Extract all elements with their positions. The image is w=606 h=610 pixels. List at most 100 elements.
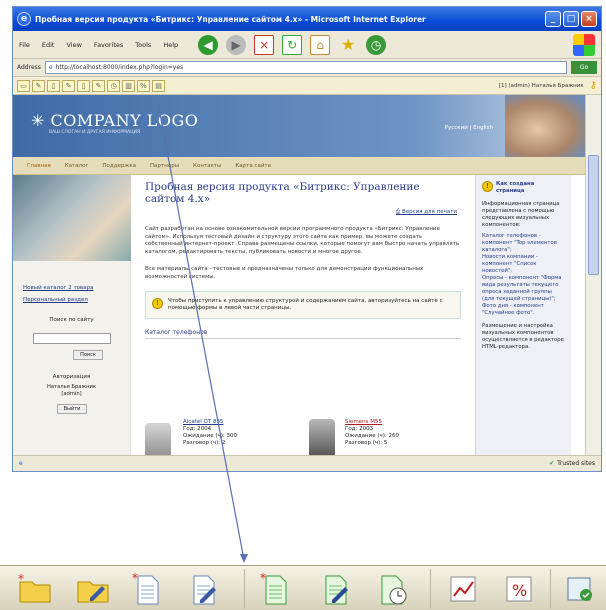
product-name[interactable]: Alcatel OT 835 xyxy=(183,419,237,426)
product-alcatel: Alcatel OT 835 Год: 2004 Ожидание (ч): 3… xyxy=(183,419,237,447)
header-eye-image xyxy=(505,95,585,157)
back-icon[interactable]: ◀ xyxy=(198,34,219,55)
address-input[interactable]: e http://localhost:8000/index.php?login=… xyxy=(44,61,567,74)
percent-icon[interactable]: % xyxy=(502,572,536,606)
go-button[interactable]: Go xyxy=(571,61,597,74)
admin-edit-page-icon[interactable]: ✎ xyxy=(62,79,75,92)
admin-panel: ▭ ✎ ▯ ✎ ▯ ✎ ◷ ▥ % ▤ [1] (admin) Наталья … xyxy=(13,77,601,95)
address-url: http://localhost:8000/index.php?login=ye… xyxy=(55,64,184,71)
ie-icon: e xyxy=(17,12,31,26)
admin-folder-icon[interactable]: ▭ xyxy=(17,79,30,92)
page-icon: e xyxy=(48,64,53,71)
maximize-button[interactable]: □ xyxy=(563,11,579,27)
auth-title: Авторизация xyxy=(52,374,91,380)
web-page: ✳ COMPANY LOGO ВАШ СЛОГАН И ДРУГАЯ ИНФОР… xyxy=(13,95,585,455)
language-switch[interactable]: Русский | English xyxy=(445,125,493,131)
key-icon[interactable]: ⚷ xyxy=(590,80,597,91)
auth-user-name: Наталья Бражник xyxy=(46,384,97,390)
scrollbar-thumb[interactable] xyxy=(588,155,599,275)
admin-new-page-icon[interactable]: ▯ xyxy=(47,79,60,92)
admin-history-icon[interactable]: ◷ xyxy=(107,79,120,92)
history-icon[interactable]: ◷ xyxy=(366,34,387,55)
page-title: Пробная версия продукта «Битрикс: Управл… xyxy=(145,181,420,205)
sidebar-intro: Информационная страница представлена с п… xyxy=(482,201,560,228)
product-standby: Ожидание (ч): 260 xyxy=(345,433,399,439)
product-talk: Разговор (ч): 2 xyxy=(183,440,226,446)
menu-favorites[interactable]: Favorites xyxy=(94,41,123,49)
admin-html-icon[interactable]: ✎ xyxy=(92,79,105,92)
phone-image-alcatel[interactable] xyxy=(145,423,171,455)
menu-help[interactable]: Help xyxy=(163,41,178,49)
forward-icon[interactable]: ▶ xyxy=(226,34,247,55)
new-page-icon[interactable]: * xyxy=(130,572,164,606)
nav-partners[interactable]: Партнеры xyxy=(150,163,179,169)
admin-percent-icon[interactable]: % xyxy=(137,79,150,92)
svg-text:*: * xyxy=(260,572,266,585)
title-bar: e Пробная версия продукта «Битрикс: Упра… xyxy=(13,7,601,31)
left-link-personal[interactable]: Персональный раздел xyxy=(13,291,130,303)
site-search-input[interactable] xyxy=(32,333,111,344)
svg-text:%: % xyxy=(512,581,527,600)
nav-sitemap[interactable]: Карта сайта xyxy=(235,163,271,169)
menu-edit[interactable]: Edit xyxy=(42,41,55,49)
new-page-template-icon[interactable]: * xyxy=(258,572,292,606)
windows-flag-icon xyxy=(573,33,595,56)
admin-page-icon[interactable]: ▯ xyxy=(77,79,90,92)
sidebar-item[interactable]: Опросы - компонент "Форма вида результат… xyxy=(482,275,565,303)
nav-home[interactable]: Главная xyxy=(27,163,51,169)
svg-text:*: * xyxy=(132,572,138,585)
chart-icon[interactable] xyxy=(446,572,480,606)
site-header: ✳ COMPANY LOGO ВАШ СЛОГАН И ДРУГАЯ ИНФОР… xyxy=(13,95,585,157)
admin-edit-folder-icon[interactable]: ✎ xyxy=(32,79,45,92)
minimize-button[interactable]: _ xyxy=(545,11,561,27)
info-icon: ! xyxy=(152,298,163,309)
menu-file[interactable]: File xyxy=(19,41,30,49)
nav-catalog[interactable]: Каталог xyxy=(65,163,89,169)
menu-tools[interactable]: Tools xyxy=(135,41,151,49)
site-nav: Главная Каталог Поддержка Партнеры Конта… xyxy=(13,157,585,175)
info-icon: ! xyxy=(482,181,493,192)
edit-page-html-icon[interactable] xyxy=(318,572,352,606)
toolbar-separator xyxy=(244,569,245,609)
favorites-star-icon[interactable]: ★ xyxy=(338,35,358,55)
auth-user-login: [admin] xyxy=(61,391,82,397)
product-talk: Разговор (ч): 5 xyxy=(345,440,388,446)
nav-support[interactable]: Поддержка xyxy=(102,163,136,169)
window-title: Пробная версия продукта «Битрикс: Управл… xyxy=(35,14,426,24)
close-button[interactable]: × xyxy=(581,11,597,27)
sidebar-item[interactable]: Новости компании - компонент "Список нов… xyxy=(482,254,565,275)
admin-stat-icon[interactable]: ▥ xyxy=(122,79,135,92)
home-icon[interactable]: ⌂ xyxy=(310,34,331,55)
logout-button[interactable]: Выйти xyxy=(57,404,87,414)
nav-contacts[interactable]: Контакты xyxy=(193,163,221,169)
product-year: Год: 2003 xyxy=(345,426,374,432)
right-sidebar: ! Как создана страница Информационная стр… xyxy=(475,175,571,455)
menu-view[interactable]: View xyxy=(66,41,81,49)
sidebar-item[interactable]: Фото дня - компонент "Случайное фото". xyxy=(482,303,565,317)
address-label: Address xyxy=(17,64,41,71)
page-history-icon[interactable] xyxy=(376,572,410,606)
admin-user[interactable]: [1] (admin) Наталья Бражник xyxy=(499,83,584,89)
main-content: Пробная версия продукта «Битрикс: Управл… xyxy=(137,175,469,455)
control-panel-icon[interactable] xyxy=(562,572,596,606)
search-button[interactable]: Поиск xyxy=(73,350,103,360)
folder-properties-icon[interactable] xyxy=(76,572,110,606)
edit-page-icon[interactable] xyxy=(186,572,220,606)
new-folder-icon[interactable]: * xyxy=(18,572,52,606)
phone-image-siemens[interactable] xyxy=(309,419,335,455)
product-name[interactable]: Siemens M55 xyxy=(345,419,399,426)
sidebar-title: Как создана страница xyxy=(496,181,535,194)
product-standby: Ожидание (ч): 300 xyxy=(183,433,237,439)
admin-settings-icon[interactable]: ▤ xyxy=(152,79,165,92)
left-link-catalog[interactable]: Новый каталог 2 товара xyxy=(13,279,130,291)
logo-text: COMPANY LOGO xyxy=(50,111,199,130)
stop-icon[interactable]: × xyxy=(254,34,275,55)
sidebar-item[interactable]: Каталог телефонов - компонент "Top элеме… xyxy=(482,233,565,254)
print-version-link[interactable]: ⎙ Версия для печати xyxy=(149,209,457,216)
catalog-title[interactable]: Каталог телефонов xyxy=(145,329,461,339)
status-page-icon: e xyxy=(19,460,23,467)
vertical-scrollbar[interactable] xyxy=(585,95,601,455)
company-logo[interactable]: ✳ COMPANY LOGO xyxy=(31,111,198,130)
menu-bar: File Edit View Favorites Tools Help ◀ ▶ … xyxy=(13,31,601,59)
refresh-icon[interactable]: ↻ xyxy=(282,34,303,55)
